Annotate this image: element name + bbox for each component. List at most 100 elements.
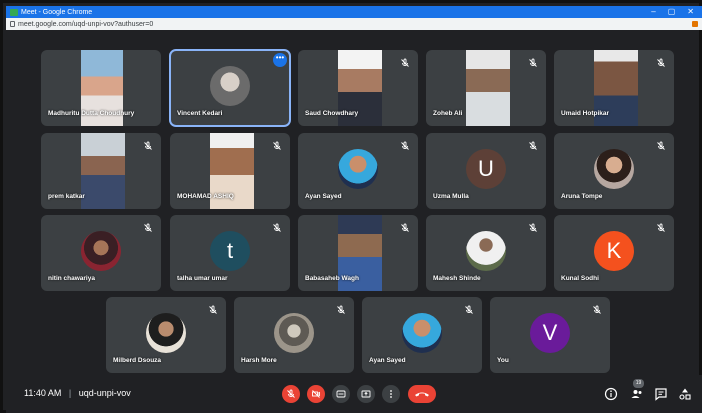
participant-name: Madhuritu Dutta Choudhury xyxy=(48,110,135,117)
mic-off-icon xyxy=(465,305,473,314)
mic-off-icon xyxy=(593,305,601,314)
participant-tile[interactable]: Ayan Sayed xyxy=(362,297,482,373)
mic-off-icon xyxy=(657,58,665,67)
minimize-button[interactable]: – xyxy=(651,6,655,18)
meeting-code: uqd-unpi-vov xyxy=(78,388,131,398)
participant-tile[interactable]: nitin chawariya xyxy=(41,215,161,291)
mic-off-icon xyxy=(287,389,295,398)
meeting-details[interactable]: 11:40 AM | uqd-unpi-vov xyxy=(24,388,131,398)
mic-toggle-button[interactable] xyxy=(282,385,300,403)
participant-name: Kunal Sodhi xyxy=(561,275,599,282)
mic-off-icon xyxy=(529,223,537,232)
participant-name: Zoheb Ali xyxy=(433,110,463,117)
close-button[interactable]: ✕ xyxy=(687,6,694,18)
mic-off-icon xyxy=(273,141,281,150)
hang-up-icon xyxy=(415,392,429,397)
mic-off-icon xyxy=(401,223,409,232)
mic-off-icon xyxy=(144,141,152,150)
participant-name: Aruna Tompe xyxy=(561,193,603,200)
leave-call-button[interactable] xyxy=(408,385,436,403)
mic-off-icon xyxy=(657,141,665,150)
mic-off-icon xyxy=(209,305,217,314)
camera-toggle-button[interactable] xyxy=(307,385,325,403)
maximize-button[interactable]: ▢ xyxy=(668,6,676,18)
mic-off-icon xyxy=(657,223,665,232)
participant-tile[interactable]: U Uzma Mulla xyxy=(426,133,546,209)
more-options-button[interactable] xyxy=(382,385,400,403)
mic-off-icon xyxy=(273,223,281,232)
participant-tile[interactable]: Saud Chowdhary xyxy=(298,50,418,126)
present-screen-button[interactable] xyxy=(357,385,375,403)
mic-off-icon xyxy=(401,141,409,150)
participant-tile[interactable]: prem katkar xyxy=(41,133,161,209)
participant-tile[interactable]: Ayan Sayed xyxy=(298,133,418,209)
participant-tile[interactable]: Harsh More xyxy=(234,297,354,373)
meet-window: Meet - Google Chrome – ▢ ✕ meet.google.c… xyxy=(0,0,702,413)
captions-button[interactable] xyxy=(332,385,350,403)
captions-icon xyxy=(336,390,346,398)
mic-off-icon xyxy=(337,305,345,314)
more-options-icon[interactable]: ••• xyxy=(273,53,287,67)
participant-tile[interactable]: ••• Vincent Kedari xyxy=(169,49,291,127)
mic-off-icon xyxy=(529,58,537,67)
browser-window-title: Meet - Google Chrome xyxy=(21,8,93,16)
participant-name: nitin chawariya xyxy=(48,275,95,282)
lock-icon xyxy=(10,21,15,27)
meet-favicon-icon xyxy=(10,8,18,16)
participant-avatar xyxy=(81,231,121,271)
participant-tile[interactable]: Babasaheb Wagh xyxy=(298,215,418,291)
participant-tile[interactable]: Mahesh Shinde xyxy=(426,215,546,291)
participant-count-badge: 19 xyxy=(633,379,644,388)
participant-initial-avatar: U xyxy=(466,149,506,189)
participant-tile[interactable]: Umaid Hotpikar xyxy=(554,50,674,126)
participant-avatar xyxy=(594,149,634,189)
meeting-separator: | xyxy=(68,388,72,398)
participant-avatar xyxy=(210,66,250,106)
participant-name: Ayan Sayed xyxy=(305,193,342,200)
participant-name: Mahesh Shinde xyxy=(433,275,481,282)
participant-avatar xyxy=(146,313,186,353)
participant-initial-avatar: K xyxy=(594,231,634,271)
mic-off-icon xyxy=(529,141,537,150)
participant-avatar xyxy=(402,313,442,353)
more-vert-icon xyxy=(390,390,392,398)
participant-name: MOHAMAD ASHIQ xyxy=(177,193,234,200)
participant-name: Umaid Hotpikar xyxy=(561,110,610,117)
participant-name: Uzma Mulla xyxy=(433,193,469,200)
participant-initial-avatar: t xyxy=(210,231,250,271)
participant-tile[interactable]: Zoheb Ali xyxy=(426,50,546,126)
participant-video xyxy=(466,50,510,126)
mic-off-icon xyxy=(144,223,152,232)
participant-tile[interactable]: Milberd Dsouza xyxy=(106,297,226,373)
extension-icon[interactable] xyxy=(692,21,698,27)
participant-tile[interactable]: Aruna Tompe xyxy=(554,133,674,209)
camera-off-icon xyxy=(312,390,320,398)
participant-tile[interactable]: K Kunal Sodhi xyxy=(554,215,674,291)
participant-initial-avatar: V xyxy=(530,313,570,353)
meeting-time: 11:40 AM xyxy=(24,388,62,398)
participant-avatar xyxy=(274,313,314,353)
participant-name: prem katkar xyxy=(48,193,85,200)
chat-icon[interactable] xyxy=(654,387,668,401)
participant-name: Saud Chowdhary xyxy=(305,110,359,117)
activities-icon[interactable] xyxy=(678,387,692,401)
participant-tile[interactable]: MOHAMAD ASHIQ xyxy=(170,133,290,209)
participant-avatar xyxy=(466,231,506,271)
participant-video xyxy=(81,133,125,209)
participant-name: Babasaheb Wagh xyxy=(305,275,359,282)
participant-name: Harsh More xyxy=(241,357,277,364)
participant-tile[interactable]: t talha umar umar xyxy=(170,215,290,291)
participant-name: Vincent Kedari xyxy=(177,110,223,117)
present-screen-icon xyxy=(361,390,371,398)
address-bar[interactable]: meet.google.com/uqd-unpi-vov?authuser=0 xyxy=(6,18,702,30)
participant-name: Milberd Dsouza xyxy=(113,357,162,364)
participant-name: talha umar umar xyxy=(177,275,228,282)
participant-tile[interactable]: V You xyxy=(490,297,610,373)
meeting-info-icon[interactable] xyxy=(604,387,618,401)
browser-title-bar: Meet - Google Chrome – ▢ ✕ xyxy=(6,6,702,18)
meeting-controls-bar: 11:40 AM | uqd-unpi-vov 19 xyxy=(6,375,702,413)
participant-tile[interactable]: Madhuritu Dutta Choudhury xyxy=(41,50,161,126)
url-text[interactable]: meet.google.com/uqd-unpi-vov?authuser=0 xyxy=(18,21,153,28)
people-icon[interactable] xyxy=(630,387,644,401)
participant-name: Ayan Sayed xyxy=(369,357,406,364)
